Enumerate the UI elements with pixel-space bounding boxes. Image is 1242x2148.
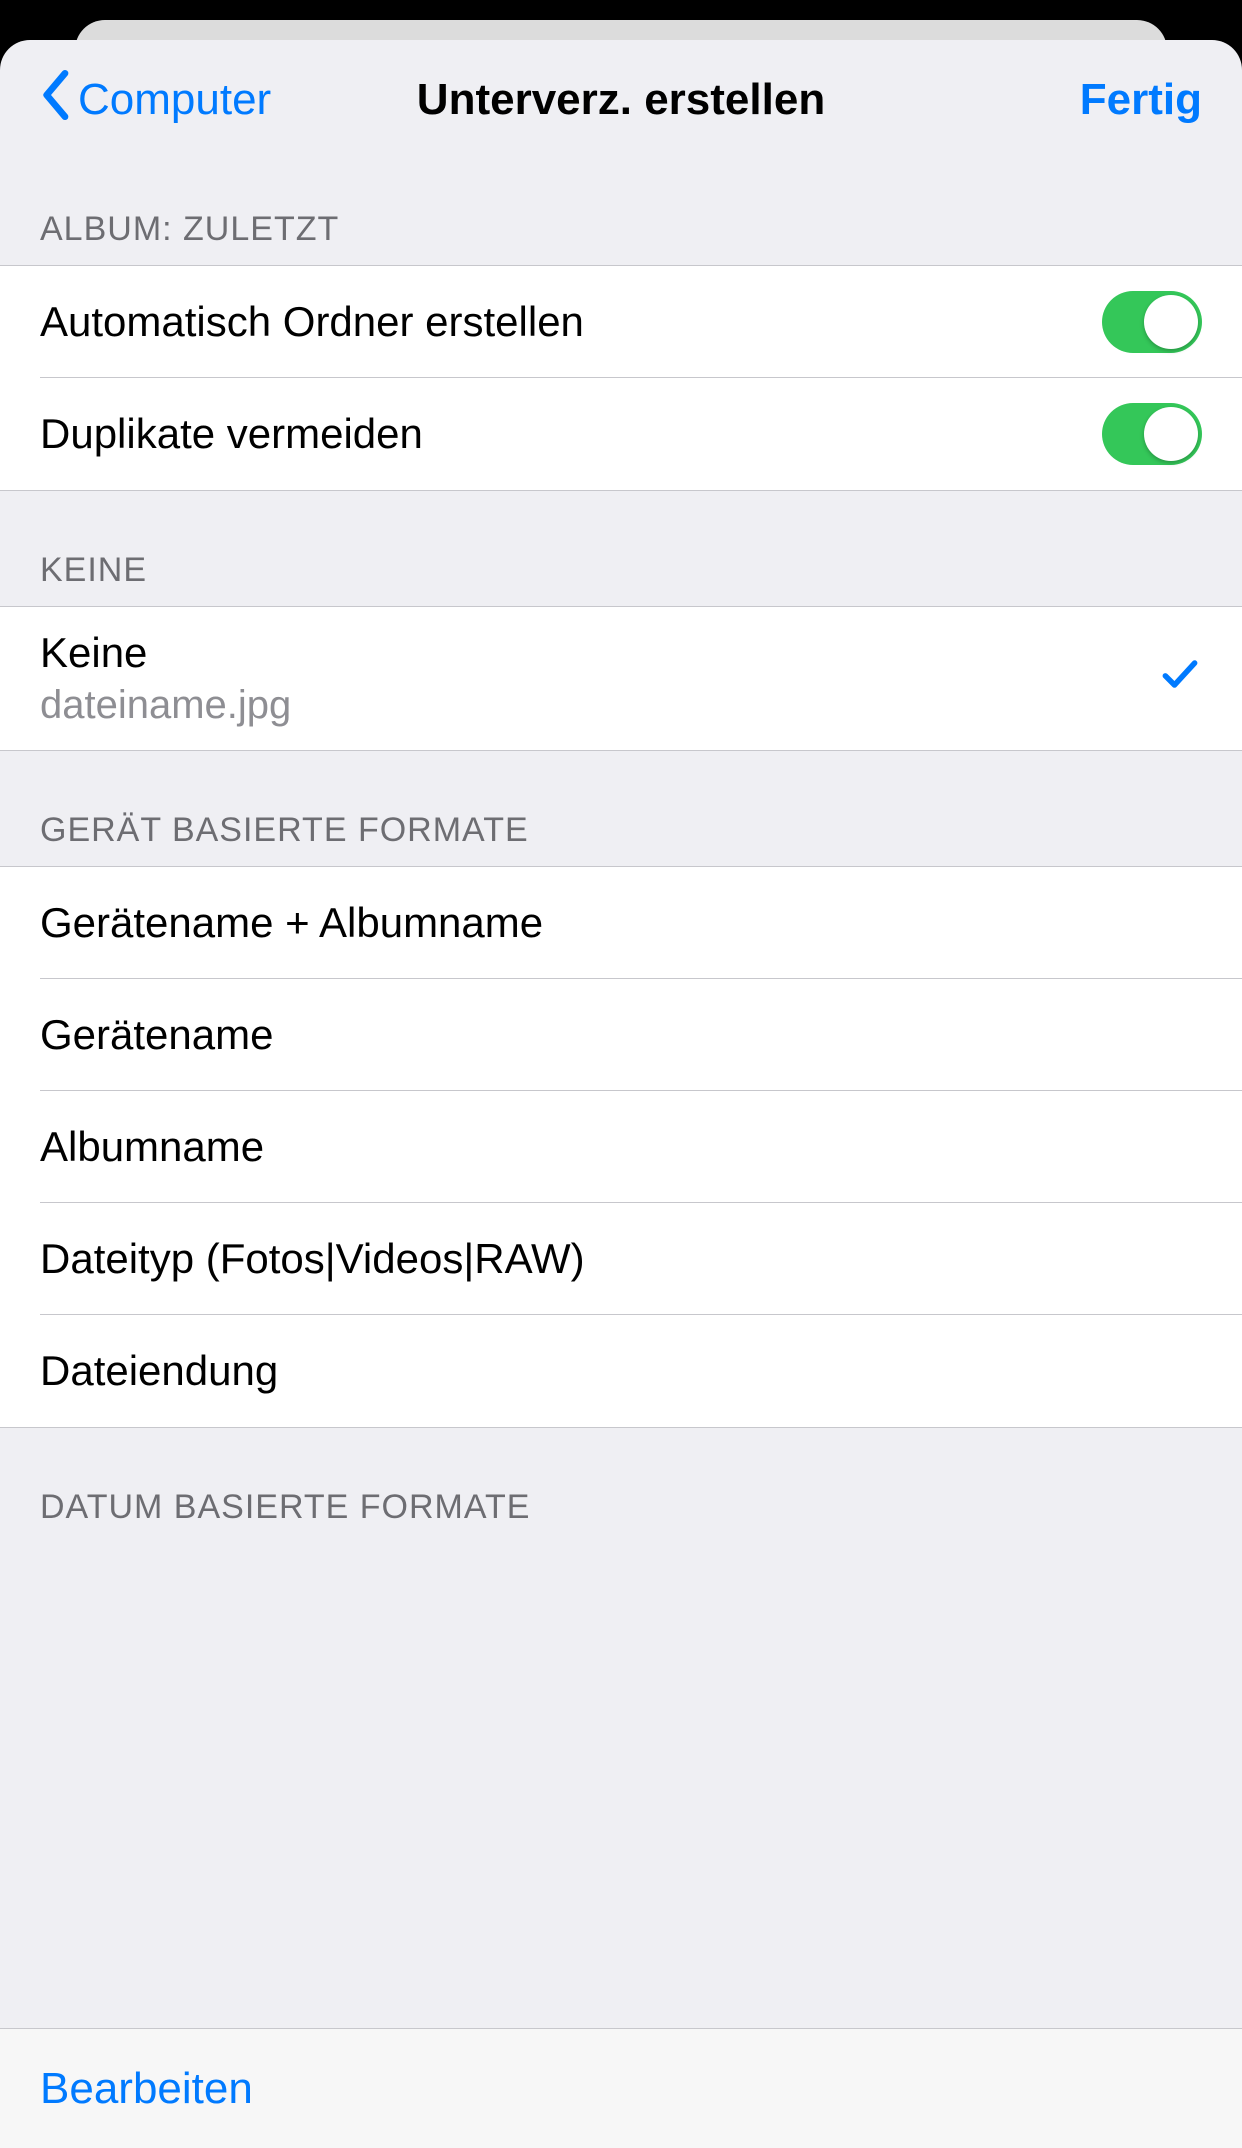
row-label: Dateiendung bbox=[40, 1347, 1202, 1395]
row-format-extension[interactable]: Dateiendung bbox=[40, 1315, 1242, 1427]
row-format-album[interactable]: Albumname bbox=[40, 1091, 1242, 1203]
switch-knob bbox=[1144, 295, 1198, 349]
section-header-album: ALBUM: ZULETZT bbox=[0, 160, 1242, 265]
chevron-left-icon bbox=[40, 70, 78, 131]
content-scroll[interactable]: ALBUM: ZULETZT Automatisch Ordner erstel… bbox=[0, 160, 1242, 2148]
list-album: Automatisch Ordner erstellen Duplikate v… bbox=[0, 265, 1242, 491]
row-avoid-duplicates: Duplikate vermeiden bbox=[40, 378, 1242, 490]
row-label: Dateityp (Fotos|Videos|RAW) bbox=[40, 1235, 1202, 1283]
row-subtitle: dateiname.jpg bbox=[40, 683, 1158, 728]
row-label: Gerätename + Albumname bbox=[40, 899, 1202, 947]
row-label: Duplikate vermeiden bbox=[40, 410, 1102, 458]
modal-sheet: Computer Unterverz. erstellen Fertig ALB… bbox=[0, 40, 1242, 2148]
done-button[interactable]: Fertig bbox=[1080, 75, 1202, 125]
back-label: Computer bbox=[78, 75, 271, 125]
row-label: Automatisch Ordner erstellen bbox=[40, 298, 1102, 346]
list-none: Keine dateiname.jpg bbox=[0, 606, 1242, 751]
row-format-none[interactable]: Keine dateiname.jpg bbox=[40, 607, 1242, 750]
row-format-filetype[interactable]: Dateityp (Fotos|Videos|RAW) bbox=[40, 1203, 1242, 1315]
row-label: Keine bbox=[40, 629, 1158, 677]
list-device-formats: Gerätename + Albumname Gerätename Albumn… bbox=[0, 866, 1242, 1428]
row-format-device[interactable]: Gerätename bbox=[40, 979, 1242, 1091]
row-auto-create-folder: Automatisch Ordner erstellen bbox=[40, 266, 1242, 378]
bottom-toolbar: Bearbeiten bbox=[0, 2028, 1242, 2148]
edit-button[interactable]: Bearbeiten bbox=[40, 2064, 253, 2114]
navigation-bar: Computer Unterverz. erstellen Fertig bbox=[0, 40, 1242, 160]
section-header-date: DATUM BASIERTE FORMATE bbox=[0, 1428, 1242, 1543]
section-header-none: KEINE bbox=[0, 491, 1242, 606]
section-header-device: GERÄT BASIERTE FORMATE bbox=[0, 751, 1242, 866]
switch-auto-create[interactable] bbox=[1102, 291, 1202, 353]
row-label: Gerätename bbox=[40, 1011, 1202, 1059]
switch-knob bbox=[1144, 407, 1198, 461]
back-button[interactable]: Computer bbox=[40, 70, 271, 131]
row-label: Albumname bbox=[40, 1123, 1202, 1171]
checkmark-icon bbox=[1158, 652, 1202, 706]
switch-avoid-duplicates[interactable] bbox=[1102, 403, 1202, 465]
row-format-device-album[interactable]: Gerätename + Albumname bbox=[40, 867, 1242, 979]
